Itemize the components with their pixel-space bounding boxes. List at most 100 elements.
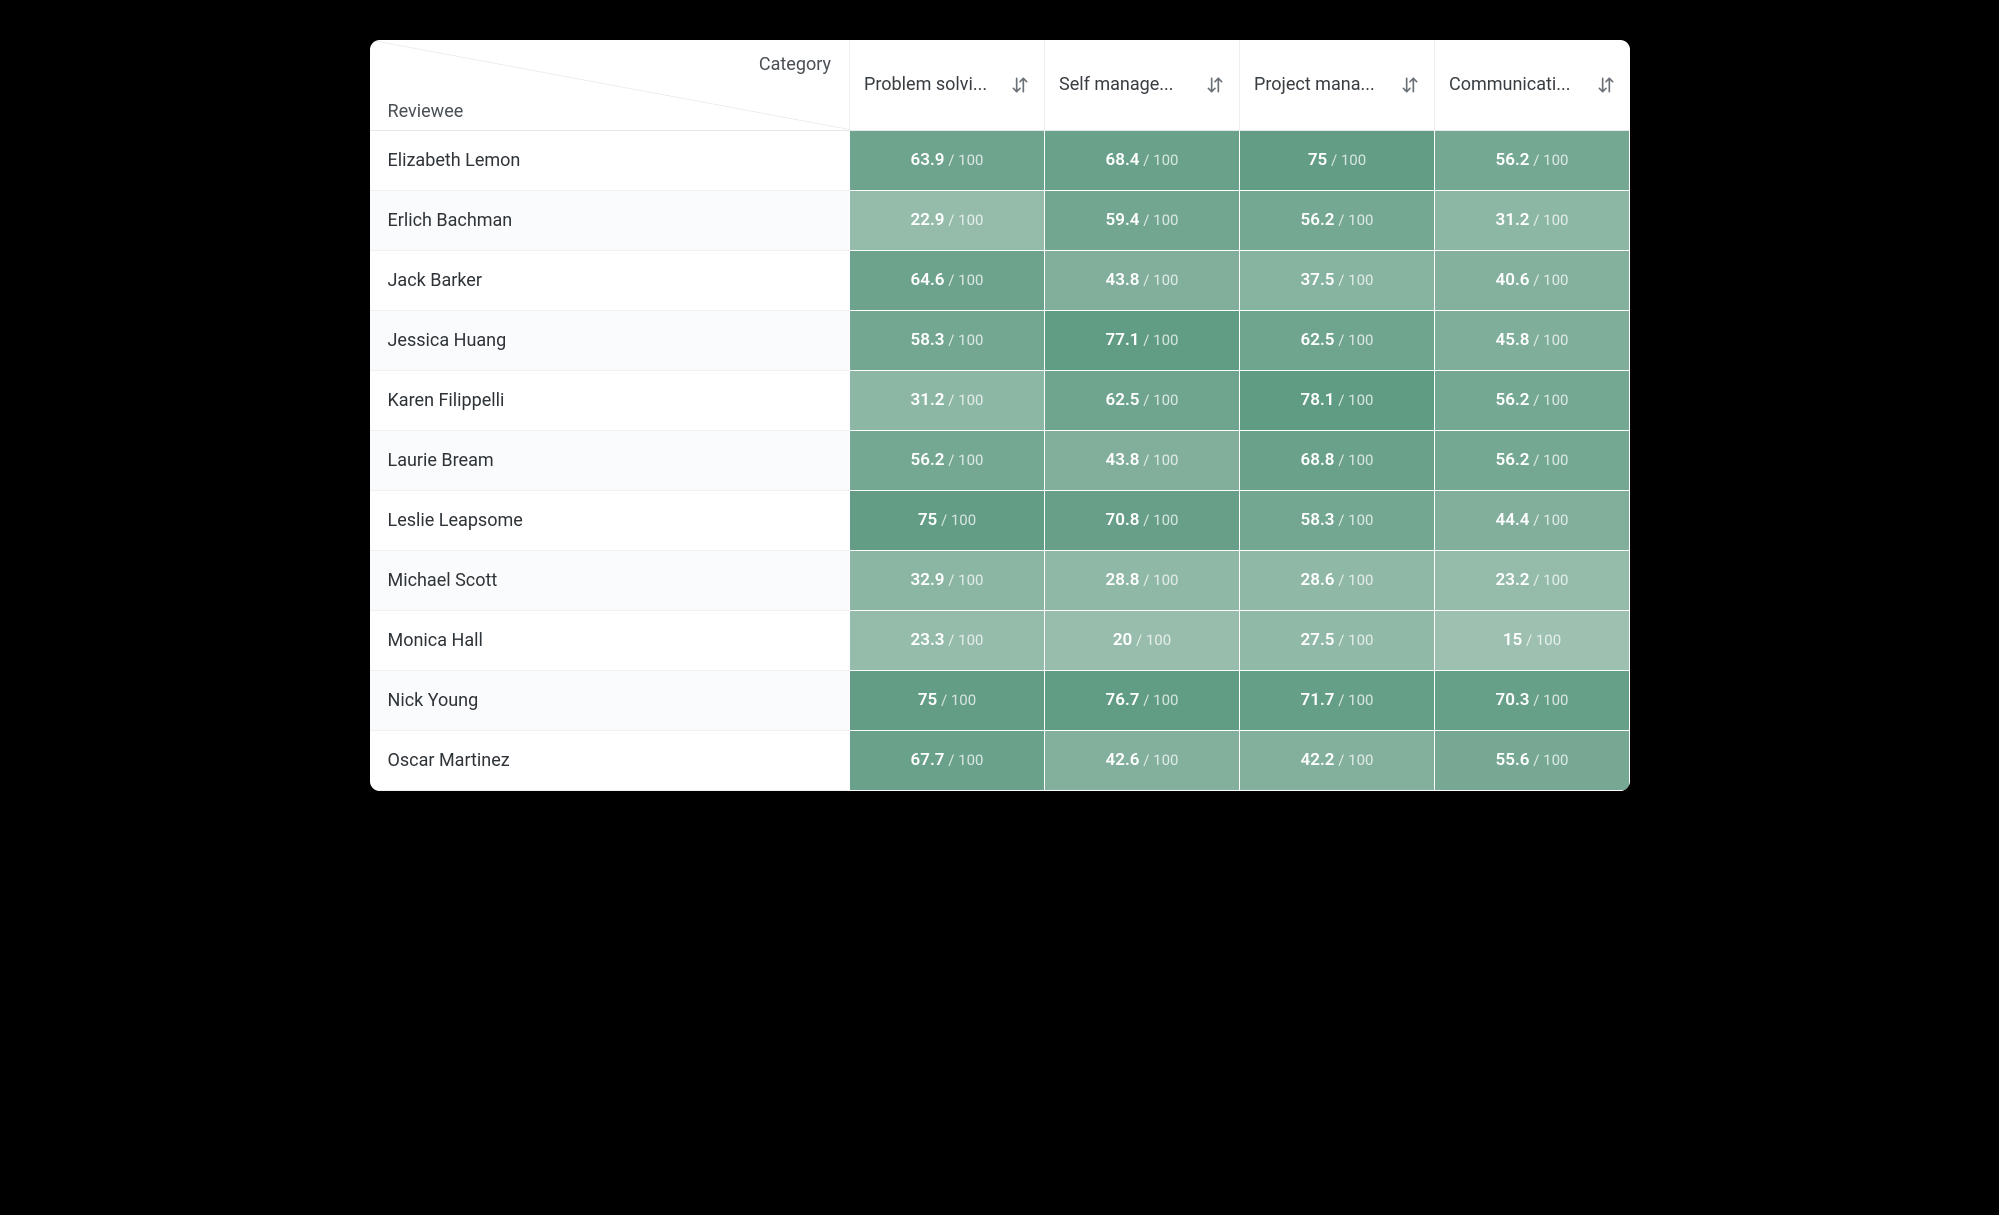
score-cell[interactable]: 55.6 / 100 <box>1435 730 1630 790</box>
sort-icon[interactable] <box>1205 75 1225 95</box>
category-axis-label: Category <box>370 54 832 75</box>
score-cell[interactable]: 15 / 100 <box>1435 610 1630 670</box>
table-row: Michael Scott32.9 / 10028.8 / 10028.6 / … <box>370 550 1630 610</box>
score-max: / 100 <box>1335 331 1374 349</box>
score-cell[interactable]: 44.4 / 100 <box>1435 490 1630 550</box>
score-value: 56.2 <box>1496 150 1530 170</box>
reviewee-name-cell[interactable]: Monica Hall <box>370 610 850 670</box>
score-max: / 100 <box>1530 151 1569 169</box>
score-max: / 100 <box>945 751 984 769</box>
score-cell[interactable]: 20 / 100 <box>1045 610 1240 670</box>
score-cell[interactable]: 27.5 / 100 <box>1240 610 1435 670</box>
table-row: Karen Filippelli31.2 / 10062.5 / 10078.1… <box>370 370 1630 430</box>
reviewee-name-cell[interactable]: Nick Young <box>370 670 850 730</box>
column-header-project_management[interactable]: Project mana... <box>1240 40 1435 130</box>
score-value: 63.9 <box>911 150 945 170</box>
score-value: 68.4 <box>1106 150 1140 170</box>
score-cell[interactable]: 31.2 / 100 <box>850 370 1045 430</box>
score-cell[interactable]: 75 / 100 <box>850 490 1045 550</box>
table-row: Elizabeth Lemon63.9 / 10068.4 / 10075 / … <box>370 130 1630 190</box>
score-cell[interactable]: 23.2 / 100 <box>1435 550 1630 610</box>
reviewee-name-cell[interactable]: Erlich Bachman <box>370 190 850 250</box>
score-cell[interactable]: 56.2 / 100 <box>1435 130 1630 190</box>
corner-header: Category Reviewee <box>370 40 850 130</box>
score-value: 62.5 <box>1106 390 1140 410</box>
score-cell[interactable]: 22.9 / 100 <box>850 190 1045 250</box>
score-cell[interactable]: 70.3 / 100 <box>1435 670 1630 730</box>
score-cell[interactable]: 62.5 / 100 <box>1240 310 1435 370</box>
score-max: / 100 <box>1335 511 1374 529</box>
score-cell[interactable]: 37.5 / 100 <box>1240 250 1435 310</box>
score-cell[interactable]: 56.2 / 100 <box>850 430 1045 490</box>
score-cell[interactable]: 71.7 / 100 <box>1240 670 1435 730</box>
score-max: / 100 <box>1530 331 1569 349</box>
score-max: / 100 <box>1530 691 1569 709</box>
score-max: / 100 <box>1132 631 1171 649</box>
score-value: 56.2 <box>1496 450 1530 470</box>
score-cell[interactable]: 62.5 / 100 <box>1045 370 1240 430</box>
reviewee-name-cell[interactable]: Karen Filippelli <box>370 370 850 430</box>
score-max: / 100 <box>1530 391 1569 409</box>
column-header-problem_solving[interactable]: Problem solvi... <box>850 40 1045 130</box>
reviewee-name-cell[interactable]: Leslie Leapsome <box>370 490 850 550</box>
score-max: / 100 <box>945 391 984 409</box>
score-cell[interactable]: 56.2 / 100 <box>1435 430 1630 490</box>
score-cell[interactable]: 28.8 / 100 <box>1045 550 1240 610</box>
score-cell[interactable]: 42.6 / 100 <box>1045 730 1240 790</box>
score-cell[interactable]: 58.3 / 100 <box>850 310 1045 370</box>
score-cell[interactable]: 56.2 / 100 <box>1240 190 1435 250</box>
score-max: / 100 <box>945 451 984 469</box>
reviewee-name-cell[interactable]: Elizabeth Lemon <box>370 130 850 190</box>
column-header-self_management[interactable]: Self manage... <box>1045 40 1240 130</box>
score-value: 68.8 <box>1301 450 1335 470</box>
score-cell[interactable]: 28.6 / 100 <box>1240 550 1435 610</box>
column-header-label: Problem solvi... <box>864 74 987 95</box>
score-cell[interactable]: 75 / 100 <box>1240 130 1435 190</box>
score-cell[interactable]: 42.2 / 100 <box>1240 730 1435 790</box>
reviewee-name-cell[interactable]: Michael Scott <box>370 550 850 610</box>
table-row: Erlich Bachman22.9 / 10059.4 / 10056.2 /… <box>370 190 1630 250</box>
score-max: / 100 <box>1335 271 1374 289</box>
score-cell[interactable]: 70.8 / 100 <box>1045 490 1240 550</box>
reviewee-name-cell[interactable]: Laurie Bream <box>370 430 850 490</box>
score-cell[interactable]: 45.8 / 100 <box>1435 310 1630 370</box>
column-header-communication[interactable]: Communicati... <box>1435 40 1630 130</box>
score-max: / 100 <box>1530 271 1569 289</box>
reviewee-name-cell[interactable]: Jack Barker <box>370 250 850 310</box>
score-cell[interactable]: 77.1 / 100 <box>1045 310 1240 370</box>
score-cell[interactable]: 43.8 / 100 <box>1045 430 1240 490</box>
score-value: 43.8 <box>1106 450 1140 470</box>
score-cell[interactable]: 64.6 / 100 <box>850 250 1045 310</box>
score-value: 31.2 <box>911 390 945 410</box>
score-cell[interactable]: 32.9 / 100 <box>850 550 1045 610</box>
score-cell[interactable]: 43.8 / 100 <box>1045 250 1240 310</box>
sort-icon[interactable] <box>1010 75 1030 95</box>
reviewee-name-cell[interactable]: Jessica Huang <box>370 310 850 370</box>
score-value: 71.7 <box>1301 690 1335 710</box>
score-cell[interactable]: 23.3 / 100 <box>850 610 1045 670</box>
reviewee-name-cell[interactable]: Oscar Martinez <box>370 730 850 790</box>
score-max: / 100 <box>1530 571 1569 589</box>
score-cell[interactable]: 75 / 100 <box>850 670 1045 730</box>
score-cell[interactable]: 31.2 / 100 <box>1435 190 1630 250</box>
score-cell[interactable]: 56.2 / 100 <box>1435 370 1630 430</box>
score-cell[interactable]: 68.4 / 100 <box>1045 130 1240 190</box>
score-value: 78.1 <box>1301 390 1335 410</box>
score-cell[interactable]: 78.1 / 100 <box>1240 370 1435 430</box>
sort-icon[interactable] <box>1596 75 1616 95</box>
score-cell[interactable]: 67.7 / 100 <box>850 730 1045 790</box>
score-cell[interactable]: 59.4 / 100 <box>1045 190 1240 250</box>
score-max: / 100 <box>1140 331 1179 349</box>
score-max: / 100 <box>1140 271 1179 289</box>
sort-icon[interactable] <box>1400 75 1420 95</box>
column-header-label: Project mana... <box>1254 74 1375 95</box>
score-cell[interactable]: 58.3 / 100 <box>1240 490 1435 550</box>
score-cell[interactable]: 76.7 / 100 <box>1045 670 1240 730</box>
score-cell[interactable]: 40.6 / 100 <box>1435 250 1630 310</box>
score-value: 42.6 <box>1106 750 1140 770</box>
score-value: 37.5 <box>1301 270 1335 290</box>
score-max: / 100 <box>1530 451 1569 469</box>
score-cell[interactable]: 63.9 / 100 <box>850 130 1045 190</box>
score-cell[interactable]: 68.8 / 100 <box>1240 430 1435 490</box>
heatmap-table-card: Category Reviewee Problem solvi... Self m… <box>370 40 1630 791</box>
